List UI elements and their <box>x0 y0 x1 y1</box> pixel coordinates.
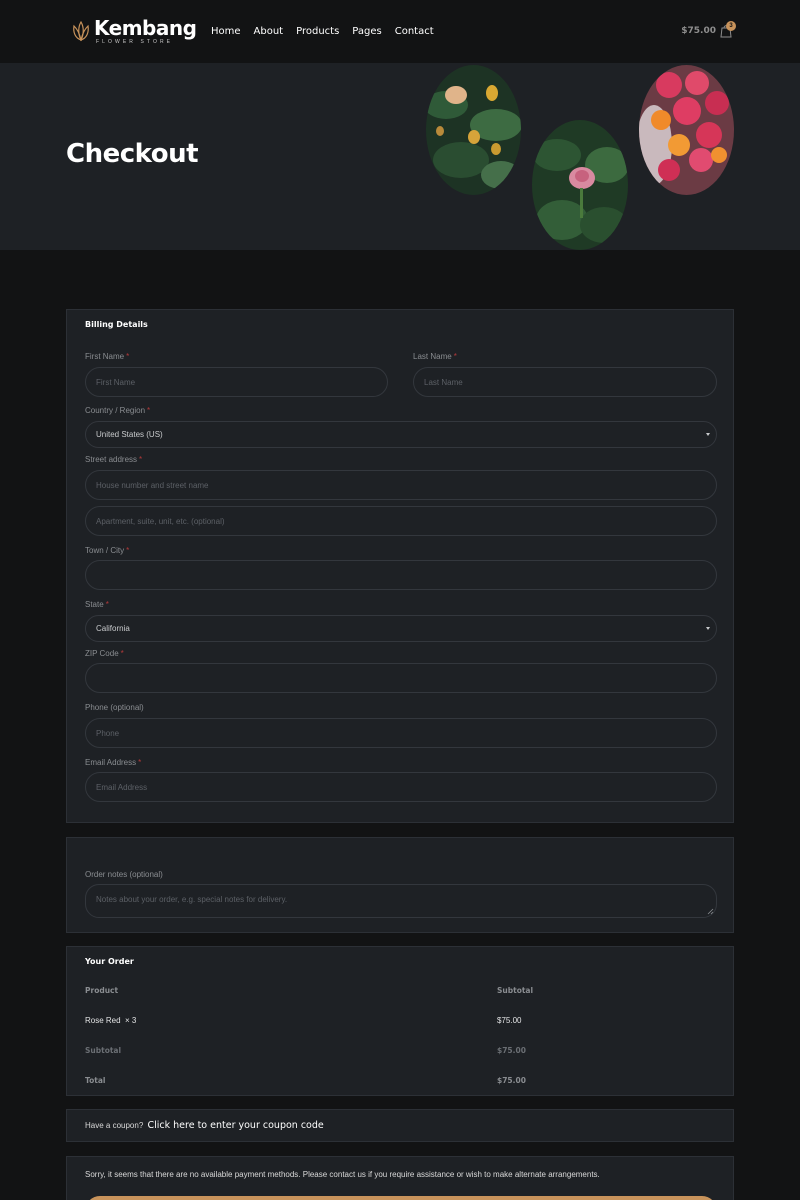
logo-subtitle: FLOWER STORE <box>96 39 174 45</box>
total-value: $75.00 <box>497 1076 526 1085</box>
order-item-name: Rose Red × 3 <box>85 1016 137 1025</box>
payment-section: Sorry, it seems that there are no availa… <box>66 1156 734 1200</box>
logo-title: Kembang <box>94 16 197 40</box>
your-order-section: Your Order Product Subtotal Rose Red × 3… <box>66 946 734 1096</box>
col-subtotal: Subtotal <box>497 986 534 995</box>
coupon-link[interactable]: Click here to enter your coupon code <box>148 1120 324 1131</box>
phone-label: Phone (optional) <box>85 703 144 712</box>
country-label: Country / Region * <box>85 406 151 415</box>
city-input[interactable] <box>85 560 717 590</box>
email-input[interactable]: Email Address <box>85 772 717 802</box>
order-notes-section: Order notes (optional) Notes about your … <box>66 837 734 933</box>
nav-contact[interactable]: Contact <box>395 26 434 37</box>
zip-input[interactable] <box>85 663 717 693</box>
total-label: Total <box>85 1076 106 1085</box>
cart-button[interactable]: $75.00 3 <box>681 21 736 38</box>
top-navbar: Kembang FLOWER STORE Home About Products… <box>0 0 800 63</box>
nav-pages[interactable]: Pages <box>352 26 381 37</box>
nav-products[interactable]: Products <box>296 26 339 37</box>
order-item-subtotal: $75.00 <box>497 1016 522 1025</box>
state-select[interactable]: California <box>85 615 717 642</box>
order-heading: Your Order <box>85 957 134 966</box>
first-name-label: First Name * <box>85 352 130 361</box>
coupon-prompt: Have a coupon? <box>85 1121 144 1130</box>
phone-input[interactable]: Phone <box>85 718 717 748</box>
payment-message: Sorry, it seems that there are no availa… <box>85 1170 600 1179</box>
rose-bush-photo <box>426 65 521 195</box>
cart-amount: $75.00 <box>681 26 716 36</box>
cart-count-badge: 3 <box>726 21 736 31</box>
order-notes-placeholder: Notes about your order, e.g. special not… <box>96 895 288 904</box>
subtotal-value: $75.00 <box>497 1046 526 1055</box>
shopping-bag-icon: 3 <box>720 21 736 38</box>
bouquet-photo <box>639 65 734 195</box>
email-label: Email Address * <box>85 758 142 767</box>
subtotal-label: Subtotal <box>85 1046 122 1055</box>
billing-details-section: Billing Details First Name * First Name L… <box>66 309 734 823</box>
pink-rose-photo <box>532 120 628 250</box>
country-value: United States (US) <box>96 430 163 439</box>
order-notes-textarea[interactable]: Notes about your order, e.g. special not… <box>85 884 717 918</box>
page-hero: Checkout <box>0 63 800 250</box>
col-product: Product <box>85 986 119 995</box>
state-label: State * <box>85 600 109 609</box>
last-name-label: Last Name * <box>413 352 457 361</box>
zip-label: ZIP Code * <box>85 649 124 658</box>
resize-handle-icon[interactable] <box>707 908 714 915</box>
street-address-input[interactable]: House number and street name <box>85 470 717 500</box>
order-notes-label: Order notes (optional) <box>85 870 163 879</box>
place-order-button[interactable] <box>85 1196 717 1200</box>
chevron-down-icon <box>706 627 710 630</box>
nav-about[interactable]: About <box>254 26 284 37</box>
city-label: Town / City * <box>85 546 130 555</box>
logo[interactable]: Kembang FLOWER STORE <box>70 16 197 45</box>
main-nav: Home About Products Pages Contact <box>211 26 434 37</box>
billing-heading: Billing Details <box>85 320 148 329</box>
street-address-2-input[interactable]: Apartment, suite, unit, etc. (optional) <box>85 506 717 536</box>
last-name-input[interactable]: Last Name <box>413 367 717 397</box>
coupon-notice: Have a coupon? Click here to enter your … <box>66 1109 734 1142</box>
street-address-label: Street address * <box>85 455 143 464</box>
lotus-logo-icon <box>73 20 89 42</box>
page-title: Checkout <box>66 139 199 169</box>
state-value: California <box>96 624 130 633</box>
chevron-down-icon <box>706 433 710 436</box>
first-name-input[interactable]: First Name <box>85 367 388 397</box>
country-select[interactable]: United States (US) <box>85 421 717 448</box>
nav-home[interactable]: Home <box>211 26 241 37</box>
